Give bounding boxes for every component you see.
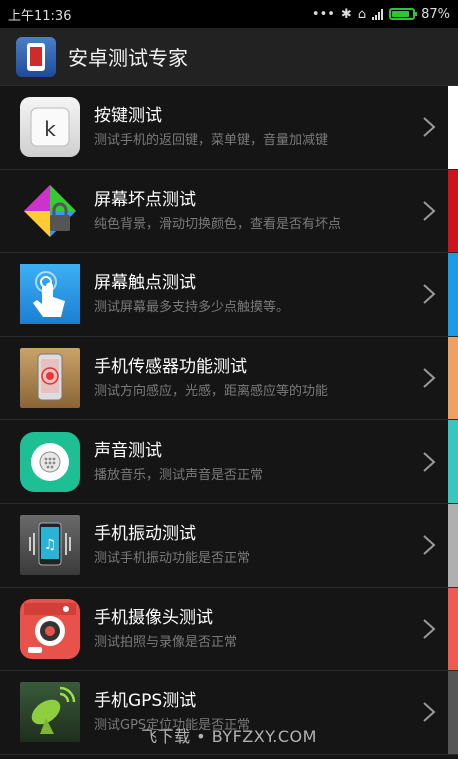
chevron-right-icon [423,368,436,388]
battery-icon [389,8,418,20]
item-desc: 测试屏幕最多支持多少点触摸等。 [94,300,290,316]
page-title: 安卓测试专家 [68,46,188,70]
signal-icon [372,8,384,20]
chevron-right-icon [423,201,436,221]
item-desc: 纯色背景，滑动切换颜色，查看是否有坏点 [94,216,342,232]
item-title: 手机GPS测试 [94,691,197,712]
app-bar: 安卓测试专家 [0,28,458,86]
camera-icon [20,598,80,659]
chevron-right-icon [423,451,436,472]
watermark: 飞下载 • BYFZXY.COM [141,727,317,746]
status-time: 上午11:36 [8,8,72,24]
lock-icon: ⌂ [357,6,367,22]
item-title: 按键测试 [94,106,162,127]
accent-stripe [448,336,458,420]
chevron-right-icon [423,284,436,305]
battery-percent: 87% [421,6,450,22]
item-title: 屏幕触点测试 [94,273,196,294]
status-bar: 上午11:36 ••• ✱ ⌂ 87% [0,0,458,28]
chevron-right-icon [423,702,436,723]
item-desc: 测试拍照与录像是否正常 [94,634,238,650]
item-title: 手机摄像头测试 [94,607,213,628]
list-item-touch-test[interactable]: 屏幕触点测试 测试屏幕最多支持多少点触摸等。 [0,253,458,337]
speaker-icon [20,431,80,492]
accent-stripe [448,503,458,587]
item-title: 声音测试 [94,440,162,461]
item-desc: 测试方向感应，光感，距离感应等的功能 [94,384,329,400]
accent-stripe [448,86,458,169]
item-title: 屏幕坏点测试 [94,189,196,210]
item-desc: 播放音乐，测试声音是否正常 [94,467,264,483]
svg-text:♫: ♫ [44,537,57,553]
chevron-right-icon [423,535,436,556]
item-title: 手机传感器功能测试 [94,357,247,378]
item-desc: 测试手机的返回键，菜单键，音量加减键 [94,133,329,149]
test-list: k 按键测试 测试手机的返回键，菜单键，音量加减键 屏幕坏点测试 纯色背景，滑动… [0,86,458,755]
list-item-sound-test[interactable]: 声音测试 播放音乐，测试声音是否正常 [0,420,458,504]
touch-hand-icon [20,264,80,325]
color-lock-icon [20,181,80,241]
status-icons: ••• ✱ ⌂ 87% [312,7,450,22]
accent-stripe [448,420,458,503]
accent-stripe [448,253,458,336]
item-title: 手机振动测试 [94,524,196,545]
vibrate-phone-icon: ♫ [20,515,80,576]
list-item-dead-pixel-test[interactable]: 屏幕坏点测试 纯色背景，滑动切换颜色，查看是否有坏点 [0,169,458,254]
sensor-phone-icon [20,348,80,409]
list-item-vibration-test[interactable]: ♫ 手机振动测试 测试手机振动功能是否正常 [0,503,458,588]
accent-stripe [448,587,458,671]
list-item-key-test[interactable]: k 按键测试 测试手机的返回键，菜单键，音量加减键 [0,86,458,170]
bluetooth-icon: ✱ [340,6,352,22]
accent-stripe [448,169,458,253]
chevron-right-icon [423,117,436,138]
chevron-right-icon [423,619,436,639]
list-item-camera-test[interactable]: 手机摄像头测试 测试拍照与录像是否正常 [0,587,458,672]
app-logo-icon [16,36,56,77]
keyboard-key-icon: k [20,97,80,158]
svg-text:k: k [44,117,56,141]
more-dots-icon: ••• [311,6,335,22]
list-item-sensor-test[interactable]: 手机传感器功能测试 测试方向感应，光感，距离感应等的功能 [0,336,458,421]
item-desc: 测试手机振动功能是否正常 [94,551,251,567]
